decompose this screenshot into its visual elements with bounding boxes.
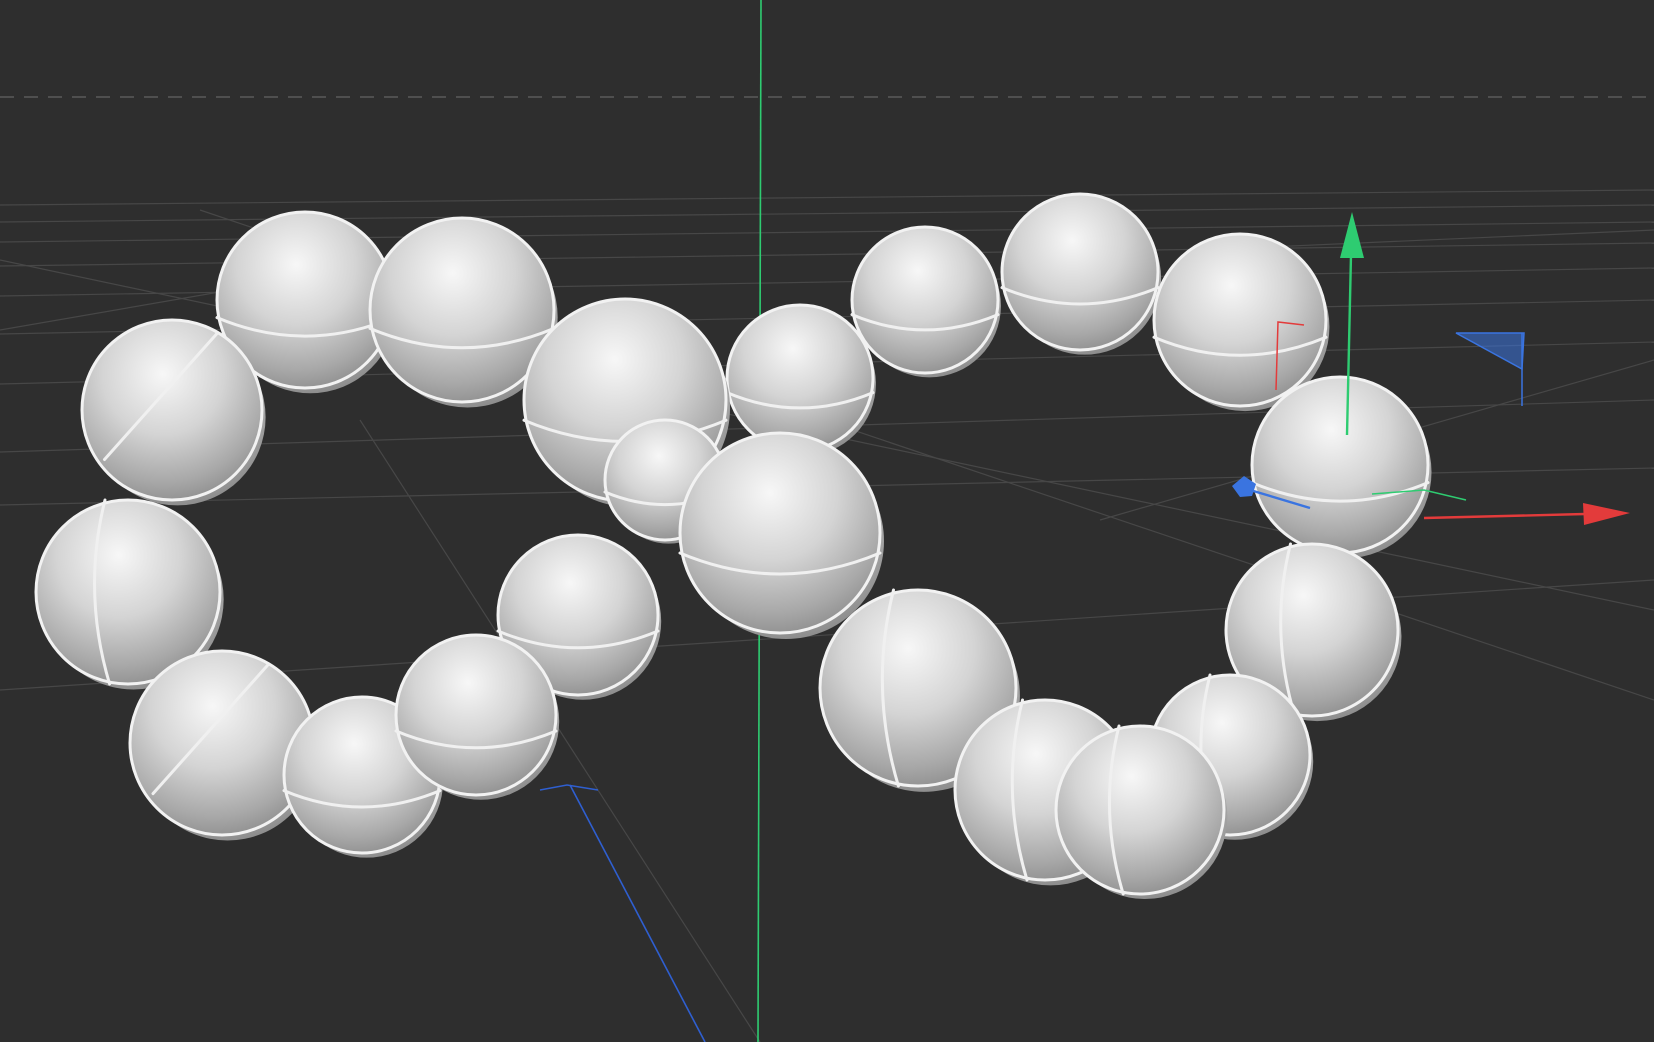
sphere-front-half [678,431,882,635]
sphere-front-half [128,649,316,837]
sphere-front-half [394,633,558,797]
sphere-front-half [725,303,875,453]
3d-viewport[interactable] [0,0,1654,1042]
sphere-front-half [850,225,1000,375]
sphere-front-half [1000,192,1160,352]
sphere-front-half [1054,724,1226,896]
sphere-front-half [1152,232,1328,408]
sphere-front-half [1250,375,1430,555]
sphere-front-half [80,318,264,502]
